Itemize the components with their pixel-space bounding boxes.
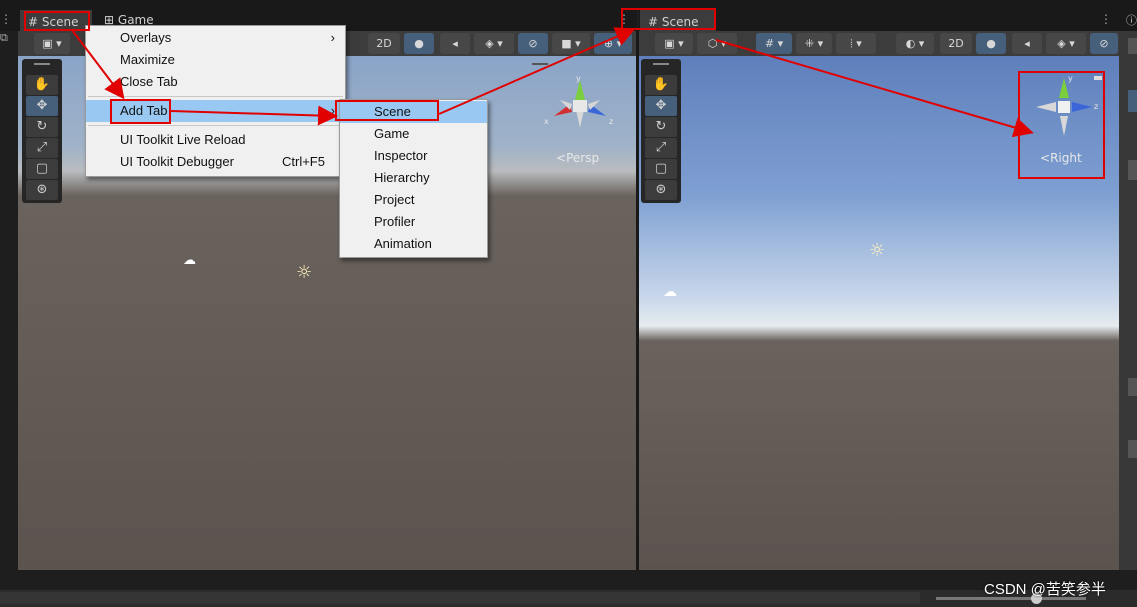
horizontal-scrollbar[interactable]: [0, 592, 920, 604]
annotation-arrows: [71, 27, 1034, 138]
watermark: CSDN @苦笑参半: [984, 581, 1106, 598]
